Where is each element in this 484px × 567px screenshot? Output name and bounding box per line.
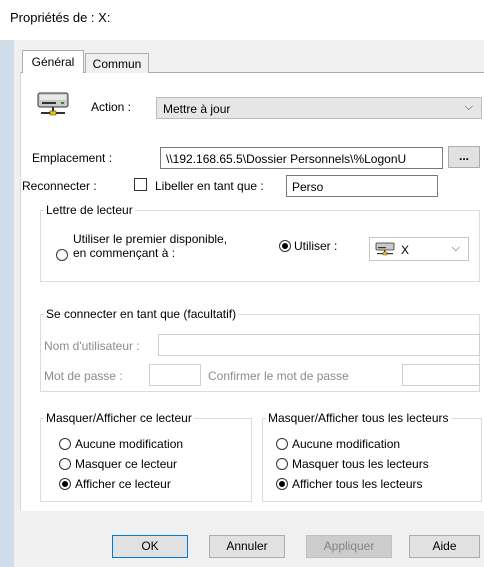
use-label: Utiliser :: [294, 239, 338, 253]
radio-this-hide[interactable]: [59, 458, 71, 470]
all-hide-label: Masquer tous les lecteurs: [292, 457, 429, 471]
browse-button-label: ...: [458, 149, 469, 163]
password-input[interactable]: [149, 364, 201, 386]
username-label: Nom d'utilisateur :: [44, 339, 140, 353]
label-as-input-value: Perso: [292, 180, 324, 194]
drive-icon: [375, 242, 397, 259]
drive-letter-select[interactable]: X ⌵: [369, 237, 469, 261]
drive-letter-value: X: [401, 243, 410, 257]
location-input-value: \\192.168.65.5\Dossier Personnels\%Logon…: [166, 152, 407, 166]
chevron-down-icon: ⌵: [464, 101, 473, 113]
all-show-label: Afficher tous les lecteurs: [292, 477, 423, 491]
hide-show-this-legend: Masquer/Afficher ce lecteur: [44, 411, 194, 425]
this-hide-label: Masquer ce lecteur: [75, 457, 178, 471]
confirm-password-input[interactable]: [402, 364, 480, 386]
first-available-label: Utiliser le premier disponible, en comme…: [73, 232, 227, 260]
radio-this-no-change[interactable]: [59, 438, 71, 450]
radio-all-hide[interactable]: [276, 458, 288, 470]
reconnect-label: Reconnecter :: [22, 179, 97, 193]
first-available-line2: en commençant à :: [73, 246, 176, 260]
connect-as-legend: Se connecter en tant que (facultatif): [44, 307, 239, 321]
confirm-password-label: Confirmer le mot de passe: [208, 369, 349, 383]
radio-this-show[interactable]: [59, 478, 71, 490]
reconnect-checkbox[interactable]: [134, 178, 147, 191]
cancel-button[interactable]: Annuler: [209, 535, 285, 558]
drive-letter-legend: Lettre de lecteur: [44, 203, 135, 217]
username-input[interactable]: [158, 334, 480, 356]
password-label: Mot de passe :: [44, 369, 123, 383]
label-as-label: Libeller en tant que :: [155, 179, 264, 193]
this-no-change-label: Aucune modification: [75, 437, 184, 451]
label-as-input[interactable]: Perso: [286, 175, 438, 197]
first-available-line1: Utiliser le premier disponible,: [73, 232, 228, 246]
ok-button[interactable]: OK: [112, 535, 188, 558]
radio-use[interactable]: [279, 240, 291, 252]
radio-first-available[interactable]: [56, 249, 68, 261]
action-select-value: Mettre à jour: [163, 102, 231, 116]
network-drive-icon: [37, 89, 71, 119]
action-label: Action :: [91, 100, 132, 114]
browse-button[interactable]: ...: [448, 146, 480, 168]
panel-content: Action : Mettre à jour ⌵ Emplacement : \…: [0, 0, 484, 567]
location-label: Emplacement :: [32, 151, 113, 165]
action-select[interactable]: Mettre à jour ⌵: [156, 97, 482, 119]
help-button[interactable]: Aide: [409, 535, 480, 558]
radio-all-show[interactable]: [276, 478, 288, 490]
radio-all-no-change[interactable]: [276, 438, 288, 450]
hide-show-all-legend: Masquer/Afficher tous les lecteurs: [266, 411, 451, 425]
this-show-label: Afficher ce lecteur: [75, 477, 171, 491]
location-input[interactable]: \\192.168.65.5\Dossier Personnels\%Logon…: [160, 147, 443, 169]
apply-button[interactable]: Appliquer: [306, 535, 392, 558]
chevron-down-icon: ⌵: [451, 242, 460, 254]
all-no-change-label: Aucune modification: [292, 437, 401, 451]
